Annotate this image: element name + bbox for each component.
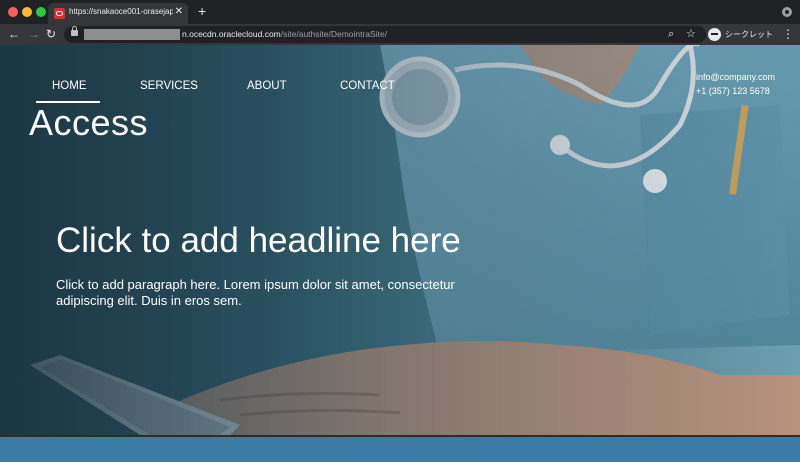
next-section-band <box>0 435 800 462</box>
hero-headline[interactable]: Click to add headline here <box>56 221 461 261</box>
maximize-window-button[interactable] <box>36 7 46 17</box>
oracle-favicon-icon <box>54 8 65 19</box>
contact-phone: +1 (357) 123 5678 <box>696 86 770 96</box>
tab-close-icon[interactable]: ✕ <box>175 6 183 18</box>
incognito-indicator[interactable]: シークレット <box>706 26 776 43</box>
browser-tab-bar: https://snakaoce001-orasejap ✕ + <box>0 0 800 24</box>
nav-home[interactable]: HOME <box>52 80 87 92</box>
new-tab-button[interactable]: + <box>198 3 206 19</box>
nav-contact[interactable]: CONTACT <box>340 80 395 92</box>
tab-search-icon[interactable] <box>782 7 792 17</box>
tab-title: https://snakaoce001-orasejap <box>69 7 173 16</box>
url-text[interactable]: n.ocecdn.oraclecloud.com/site/authsite/D… <box>182 29 387 39</box>
browser-tab[interactable]: https://snakaoce001-orasejap ✕ <box>48 3 188 24</box>
hero-paragraph[interactable]: Click to add paragraph here. Lorem ipsum… <box>56 277 476 309</box>
contact-email[interactable]: info@company.com <box>696 72 775 82</box>
minimize-window-button[interactable] <box>22 7 32 17</box>
nav-about[interactable]: ABOUT <box>247 80 287 92</box>
web-page: HOME SERVICES ABOUT CONTACT Access info@… <box>0 45 800 462</box>
zoom-icon[interactable]: ⌕ <box>668 26 674 42</box>
star-icon[interactable]: ☆ <box>686 26 696 42</box>
incognito-label: シークレット <box>725 30 773 39</box>
close-window-button[interactable] <box>8 7 18 17</box>
kebab-menu-icon[interactable]: ⋮ <box>782 26 794 42</box>
back-arrow-icon[interactable]: ← <box>8 26 20 42</box>
site-title: Access <box>29 102 149 143</box>
redacted-url-segment <box>84 29 180 40</box>
url-host: n.ocecdn.oraclecloud.com <box>182 29 281 39</box>
nav-services[interactable]: SERVICES <box>140 80 198 92</box>
reload-icon[interactable]: ↻ <box>46 26 56 42</box>
hero-section: HOME SERVICES ABOUT CONTACT Access info@… <box>0 45 800 435</box>
forward-arrow-icon[interactable]: → <box>28 26 40 42</box>
url-path: /site/authsite/DemointraSite/ <box>280 29 388 39</box>
address-bar[interactable]: n.ocecdn.oraclecloud.com/site/authsite/D… <box>64 26 706 43</box>
browser-toolbar: ← → ↻ n.ocecdn.oraclecloud.com/site/auth… <box>0 24 800 45</box>
incognito-icon <box>708 28 721 41</box>
lock-icon[interactable] <box>71 26 78 36</box>
